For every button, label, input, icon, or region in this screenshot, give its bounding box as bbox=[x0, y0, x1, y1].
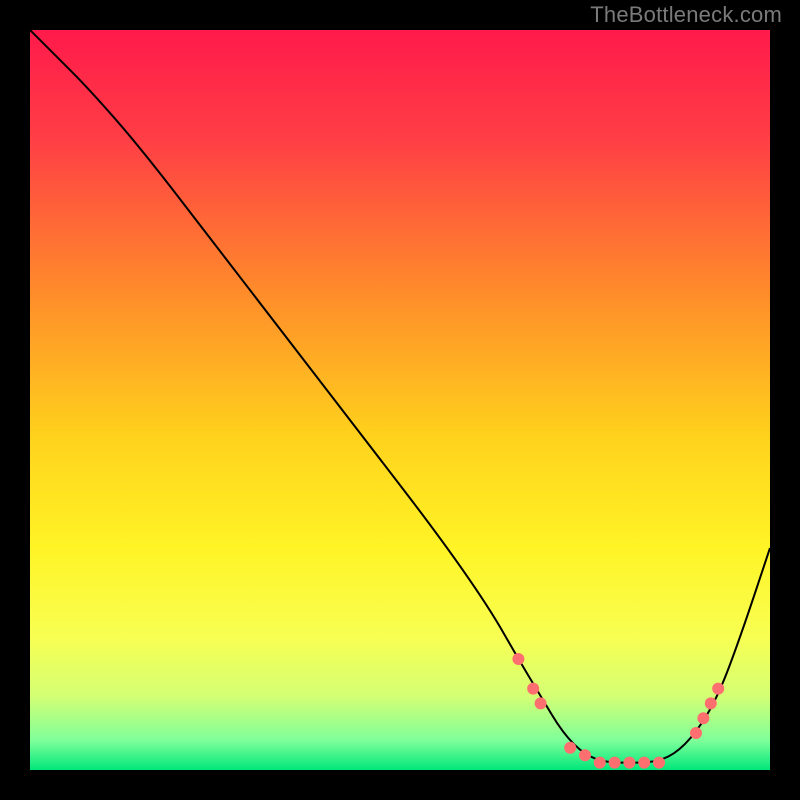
watermark-label: TheBottleneck.com bbox=[590, 2, 782, 28]
marker-dot bbox=[594, 757, 606, 769]
marker-dot bbox=[653, 757, 665, 769]
marker-dot bbox=[623, 757, 635, 769]
marker-dot bbox=[527, 683, 539, 695]
marker-dot bbox=[638, 757, 650, 769]
chart-background bbox=[30, 30, 770, 770]
marker-dot bbox=[564, 742, 576, 754]
chart-plot bbox=[30, 30, 770, 770]
chart-frame: TheBottleneck.com bbox=[0, 0, 800, 800]
marker-dot bbox=[712, 683, 724, 695]
marker-dot bbox=[512, 653, 524, 665]
marker-dot bbox=[690, 727, 702, 739]
marker-dot bbox=[697, 712, 709, 724]
marker-dot bbox=[609, 757, 621, 769]
marker-dot bbox=[579, 749, 591, 761]
marker-dot bbox=[705, 697, 717, 709]
marker-dot bbox=[535, 697, 547, 709]
